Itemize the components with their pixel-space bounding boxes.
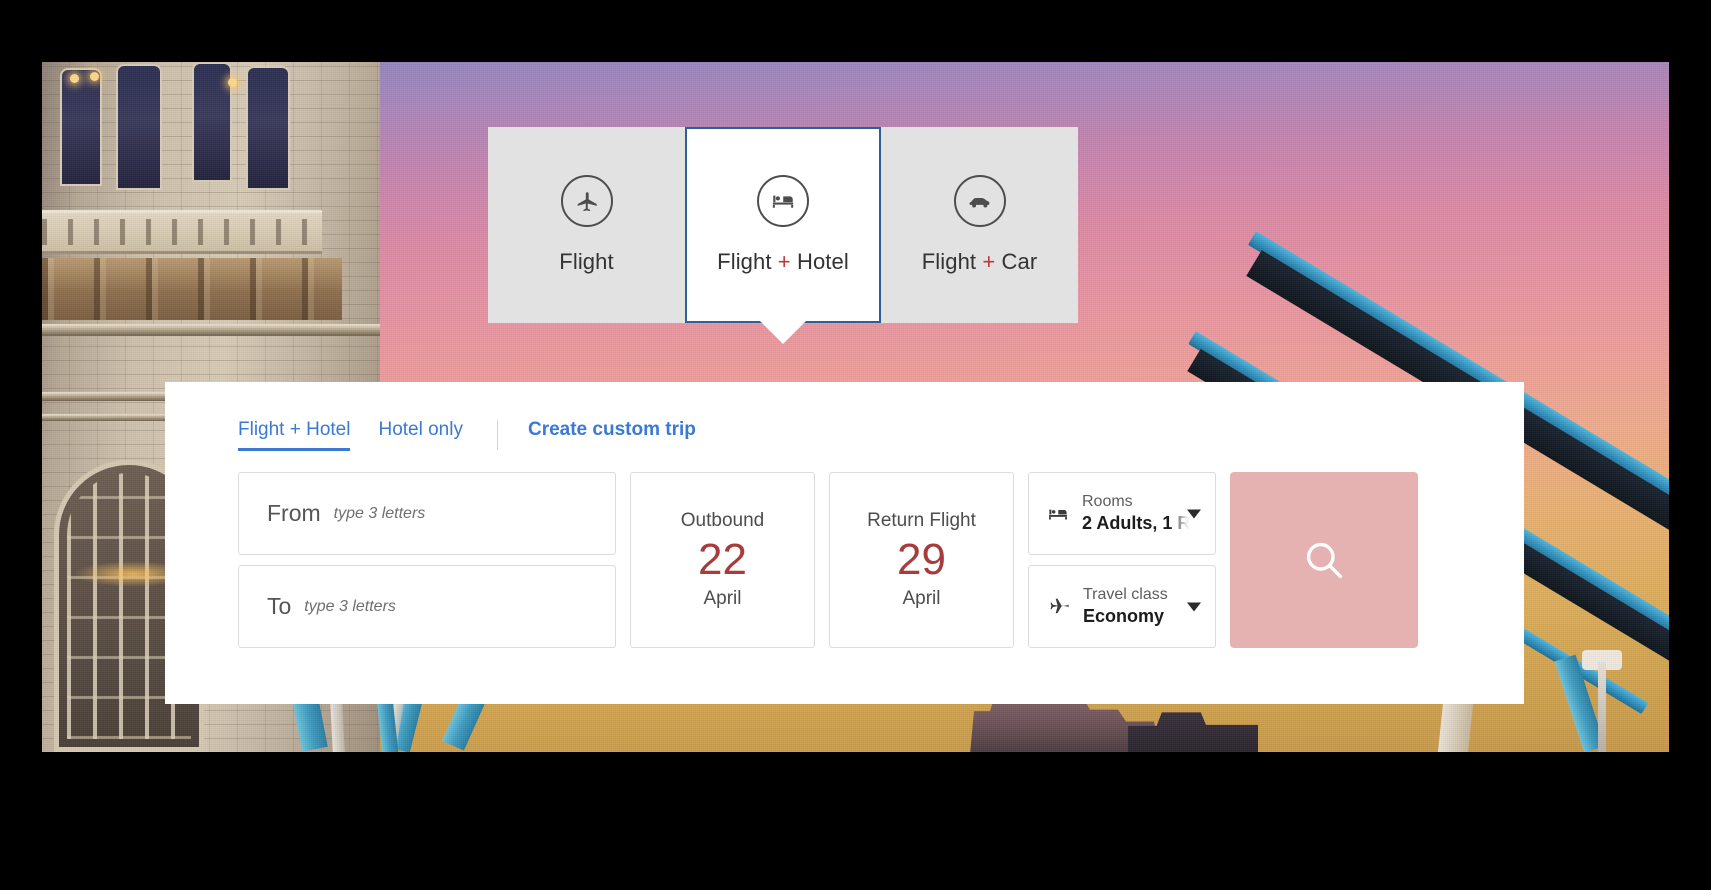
airplane-icon — [1045, 595, 1072, 619]
mode-tab-flight-hotel[interactable]: Flight + Hotel — [685, 127, 881, 344]
bed-icon — [757, 175, 809, 227]
return-date-picker[interactable]: Return Flight 29 April — [829, 472, 1014, 648]
carved-corbel-band — [42, 258, 342, 320]
return-label: Return Flight — [867, 510, 976, 532]
travel-class-label: Travel class — [1083, 585, 1168, 603]
trip-mode-selector: Flight Flight + Hotel Flight + Car — [488, 127, 1078, 344]
search-type-tabs: Flight + Hotel Hotel only Create custom … — [238, 419, 730, 451]
outbound-date-picker[interactable]: Outbound 22 April — [630, 472, 815, 648]
mode-tab-flight-car[interactable]: Flight + Car — [881, 127, 1078, 323]
location-fields-column: From type 3 letters To type 3 letters — [238, 472, 616, 648]
search-button[interactable] — [1230, 472, 1418, 648]
gothic-window — [246, 66, 290, 190]
travel-class-value: Economy — [1083, 606, 1165, 627]
mode-label-tail: Hotel — [796, 249, 849, 274]
stone-balustrade — [42, 210, 322, 254]
from-label: From — [267, 500, 321, 526]
to-label: To — [267, 593, 292, 619]
gothic-window — [60, 68, 102, 186]
chevron-down-icon[interactable] — [1187, 509, 1201, 518]
select-fields-column: Rooms 2 Adults, 1 R Travel class Economy — [1028, 472, 1216, 648]
window-lamp — [70, 74, 79, 83]
mode-label-plus: + — [777, 249, 791, 274]
selected-tab-pointer — [760, 321, 806, 344]
bed-icon — [1045, 503, 1071, 525]
search-icon — [1300, 536, 1348, 584]
outbound-month: April — [703, 587, 742, 609]
rooms-select[interactable]: Rooms 2 Adults, 1 R — [1028, 472, 1216, 555]
from-placeholder: type 3 letters — [333, 504, 426, 522]
mode-label-main: Flight — [717, 249, 772, 274]
return-month: April — [902, 587, 941, 609]
gothic-window — [192, 62, 232, 182]
gothic-window — [116, 64, 162, 190]
to-input[interactable]: To type 3 letters — [238, 565, 616, 648]
mode-label-plus: + — [982, 249, 996, 274]
window-lamp — [228, 78, 237, 87]
distant-tower-silhouette — [1128, 712, 1258, 752]
airplane-icon — [560, 175, 613, 227]
mode-tab-label: Flight + Car — [922, 249, 1038, 275]
mode-tab-label: Flight + Hotel — [717, 249, 849, 275]
street-lamp-post — [1598, 662, 1606, 752]
tab-divider — [496, 420, 498, 450]
window-lamp — [90, 72, 99, 81]
mode-tab-label: Flight — [559, 249, 613, 275]
tab-hotel-only[interactable]: Hotel only — [378, 419, 463, 451]
return-day: 29 — [897, 535, 946, 585]
outbound-day: 22 — [698, 535, 747, 585]
mode-tab-flight[interactable]: Flight — [488, 127, 685, 323]
mode-label-main: Flight — [921, 249, 977, 274]
rooms-label: Rooms — [1082, 492, 1133, 510]
to-placeholder: type 3 letters — [304, 597, 396, 615]
mode-label-main: Flight — [559, 249, 614, 274]
outbound-label: Outbound — [680, 510, 765, 532]
rooms-value: 2 Adults, 1 R — [1082, 513, 1191, 534]
car-icon — [953, 175, 1006, 227]
tab-create-custom-trip[interactable]: Create custom trip — [528, 419, 696, 451]
stone-cornice — [42, 324, 380, 336]
chevron-down-icon[interactable] — [1187, 602, 1201, 611]
travel-class-select[interactable]: Travel class Economy — [1028, 565, 1216, 648]
search-fields-row: From type 3 letters To type 3 letters Ou… — [238, 472, 1418, 648]
from-input[interactable]: From type 3 letters — [238, 472, 616, 555]
tab-flight-hotel[interactable]: Flight + Hotel — [238, 419, 351, 451]
search-panel: Flight + Hotel Hotel only Create custom … — [165, 382, 1524, 704]
mode-label-tail: Car — [1001, 249, 1038, 274]
screenshot-root: Flight Flight + Hotel Flight + Car Fligh… — [0, 0, 1711, 890]
